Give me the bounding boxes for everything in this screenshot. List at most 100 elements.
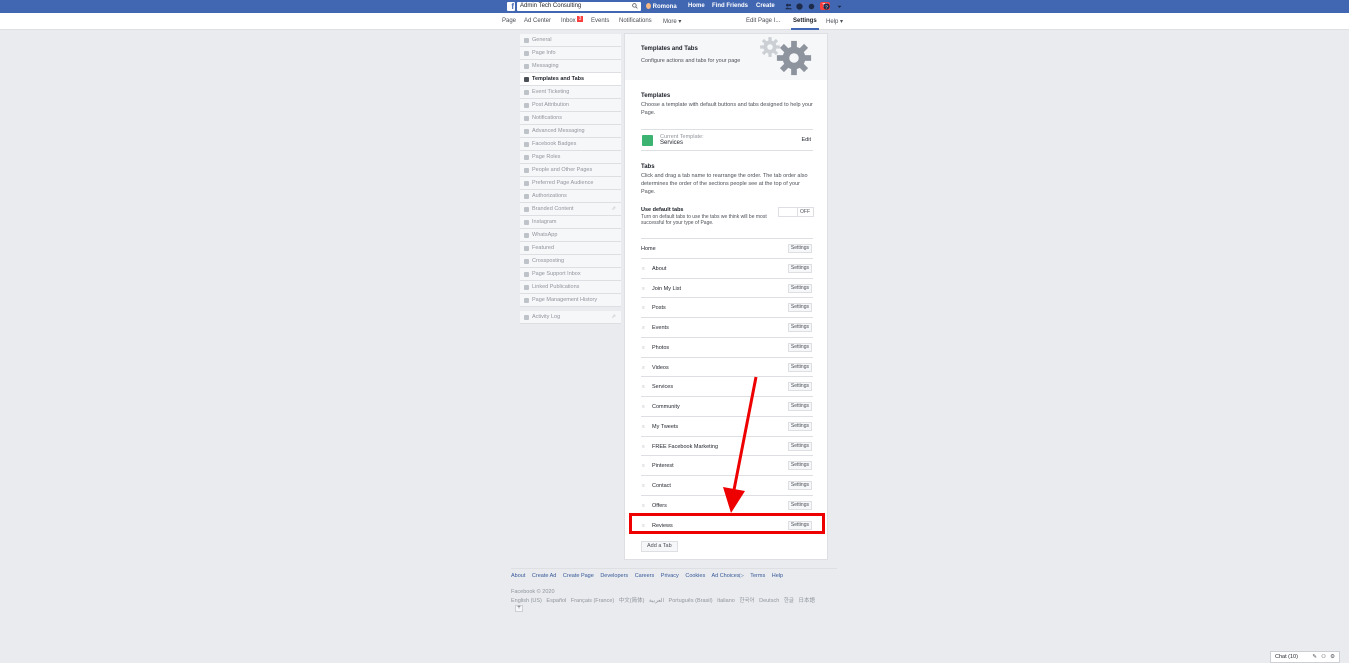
gear-icon[interactable]: ⚙ — [1330, 652, 1335, 662]
sidebar-item-facebook-badges[interactable]: Facebook Badges — [520, 138, 621, 151]
sidebar-item-people-and-other-pages[interactable]: People and Other Pages — [520, 164, 621, 177]
tab-row-videos[interactable]: ≡ Videos Settings — [641, 356, 813, 377]
compose-icon[interactable]: ✎ — [1312, 652, 1317, 662]
footer-link-privacy[interactable]: Privacy — [661, 573, 679, 579]
drag-handle-icon[interactable]: ≡ — [642, 266, 645, 272]
drag-handle-icon[interactable]: ≡ — [642, 345, 645, 351]
sidebar-item-page-roles[interactable]: Page Roles — [520, 151, 621, 164]
footer-link-create-page[interactable]: Create Page — [563, 573, 594, 579]
language-link[interactable]: 한국어 — [739, 598, 754, 604]
tab-row-events[interactable]: ≡ Events Settings — [641, 317, 813, 337]
tab-settings-button[interactable]: Settings — [787, 500, 812, 510]
drag-handle-icon[interactable]: ≡ — [642, 463, 645, 469]
drag-handle-icon[interactable]: ≡ — [642, 503, 645, 509]
sidebar-item-preferred-page-audience[interactable]: Preferred Page Audience — [520, 177, 621, 190]
language-link[interactable]: 中文(简体) — [619, 598, 645, 604]
tab-ad-center[interactable]: Ad Center — [524, 18, 551, 24]
tab-settings-button[interactable]: Settings — [787, 263, 812, 273]
tab-settings-button[interactable]: Settings — [787, 342, 812, 352]
tab-settings-button[interactable]: Settings — [787, 461, 812, 471]
sidebar-item-event-ticketing[interactable]: Event Ticketing — [520, 86, 621, 99]
tab-page[interactable]: Page — [502, 18, 516, 24]
drag-handle-icon[interactable]: ≡ — [642, 365, 645, 371]
edit-template-button[interactable]: Edit — [802, 137, 811, 143]
tab-settings-button[interactable]: Settings — [787, 402, 812, 411]
language-link[interactable]: Français (France) — [571, 598, 614, 604]
tab-settings-button[interactable]: Settings — [787, 303, 812, 313]
language-link[interactable]: English (US) — [511, 598, 542, 604]
footer-link-help[interactable]: Help — [772, 573, 783, 579]
sidebar-item-whatsapp[interactable]: WhatsApp — [520, 229, 621, 242]
tab-settings-button[interactable]: Settings — [787, 244, 812, 253]
drag-handle-icon[interactable]: ≡ — [642, 404, 645, 410]
footer-link-about[interactable]: About — [511, 573, 525, 579]
drag-handle-icon[interactable]: ≡ — [642, 424, 645, 430]
language-link[interactable]: العربية — [649, 598, 664, 604]
more-languages-button[interactable]: + — [515, 605, 523, 612]
tab-row-posts[interactable]: ≡ Posts Settings — [641, 297, 813, 317]
sidebar-item-advanced-messaging[interactable]: Advanced Messaging — [520, 125, 621, 138]
sidebar-item-featured[interactable]: Featured — [520, 242, 621, 255]
tab-settings[interactable]: Settings — [793, 18, 817, 24]
search-icon[interactable] — [632, 3, 638, 9]
find-friends-link[interactable]: Find Friends — [712, 3, 748, 9]
tab-inbox[interactable]: Inbox — [561, 18, 576, 24]
language-link[interactable]: Italiano — [717, 598, 735, 604]
friend-requests-icon[interactable] — [785, 3, 792, 10]
sidebar-item-branded-content[interactable]: Branded Content ⇗ — [520, 203, 621, 216]
sidebar-item-authorizations[interactable]: Authorizations — [520, 190, 621, 203]
language-link[interactable]: Español — [546, 598, 566, 604]
language-link[interactable]: Português (Brasil) — [669, 598, 713, 604]
footer-link-ad-choices[interactable]: Ad Choices▷ — [711, 573, 743, 579]
footer-link-careers[interactable]: Careers — [635, 573, 655, 579]
tab-help[interactable]: Help ▾ — [826, 18, 843, 25]
sidebar-item-notifications[interactable]: Notifications — [520, 112, 621, 125]
language-link[interactable]: Deutsch — [759, 598, 779, 604]
footer-link-terms[interactable]: Terms — [750, 573, 765, 579]
tab-row-photos[interactable]: ≡ Photos Settings — [641, 336, 813, 357]
messenger-icon[interactable] — [796, 3, 803, 10]
home-link[interactable]: Home — [688, 3, 705, 9]
sidebar-item-messaging[interactable]: Messaging — [520, 60, 621, 73]
tab-settings-button[interactable]: Settings — [787, 441, 812, 451]
chevron-down-icon[interactable] — [836, 3, 843, 10]
language-link[interactable]: 한글 — [784, 598, 794, 604]
tab-notifications[interactable]: Notifications — [619, 18, 652, 24]
sidebar-item-post-attribution[interactable]: Post Attribution — [520, 99, 621, 112]
tab-settings-button[interactable]: Settings — [787, 382, 812, 392]
drag-handle-icon[interactable]: ≡ — [642, 325, 645, 331]
footer-link-cookies[interactable]: Cookies — [685, 573, 705, 579]
footer-link-create-ad[interactable]: Create Ad — [532, 573, 556, 579]
tab-settings-button[interactable]: Settings — [787, 421, 812, 431]
help-icon[interactable]: ? — [823, 3, 830, 10]
language-link[interactable]: 日本語 — [798, 598, 815, 604]
chat-bar[interactable]: Chat (10) ✎ ⚇ ⚙ — [1270, 651, 1340, 663]
sidebar-item-general[interactable]: General — [520, 34, 621, 47]
drag-handle-icon[interactable]: ≡ — [642, 305, 645, 311]
sidebar-item-page-management-history[interactable]: Page Management History — [520, 294, 621, 307]
sidebar-item-linked-publications[interactable]: Linked Publications — [520, 281, 621, 294]
drag-handle-icon[interactable]: ≡ — [642, 384, 645, 390]
sidebar-item-crossposting[interactable]: Crossposting — [520, 255, 621, 268]
tab-row-about[interactable]: ≡ About Settings — [641, 257, 813, 278]
edit-page-info-link[interactable]: Edit Page I... — [746, 18, 780, 24]
tab-settings-button[interactable]: Settings — [787, 323, 812, 332]
tab-row-join-my-list[interactable]: ≡ Join My List Settings — [641, 277, 813, 298]
sidebar-item-page-support-inbox[interactable]: Page Support Inbox — [520, 268, 621, 281]
sidebar-item-page-info[interactable]: Page Info — [520, 47, 621, 60]
sidebar-item-activity-log[interactable]: Activity Log ⇗ — [520, 311, 621, 324]
drag-handle-icon[interactable]: ≡ — [642, 483, 645, 489]
tab-settings-button[interactable]: Settings — [787, 283, 812, 293]
search-input[interactable]: Admin Tech Consulting — [517, 2, 641, 11]
globe-icon[interactable] — [808, 3, 815, 10]
profile-link[interactable]: Romona — [646, 3, 677, 10]
drag-handle-icon[interactable]: ≡ — [642, 444, 645, 450]
add-tab-button[interactable]: Add a Tab — [641, 541, 678, 552]
people-icon[interactable]: ⚇ — [1321, 652, 1326, 662]
tab-settings-button[interactable]: Settings — [787, 481, 812, 490]
tab-more[interactable]: More ▾ — [663, 18, 681, 25]
tab-events[interactable]: Events — [591, 18, 609, 24]
default-tabs-toggle[interactable]: OFF — [778, 207, 814, 217]
footer-link-developers[interactable]: Developers — [600, 573, 628, 579]
tab-settings-button[interactable]: Settings — [787, 362, 812, 372]
